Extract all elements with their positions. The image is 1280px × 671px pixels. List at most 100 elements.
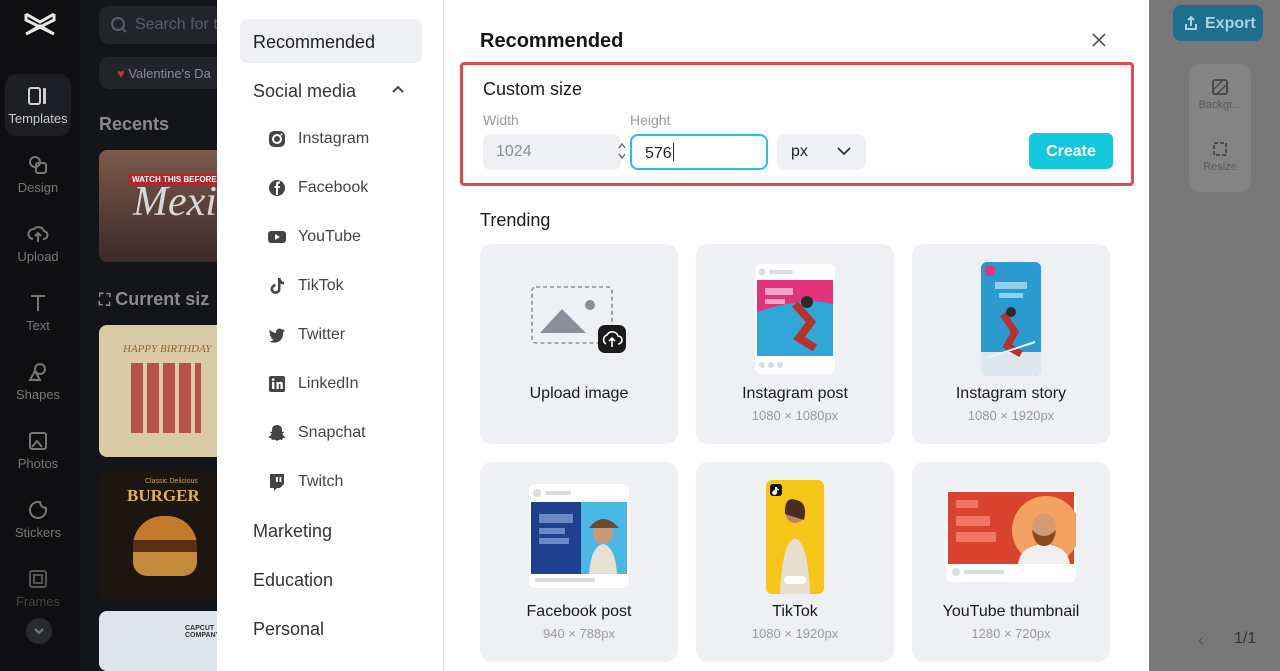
card-dims: 1080 × 1080px bbox=[751, 408, 839, 423]
height-value: 576 bbox=[645, 145, 672, 162]
thumb-company-title: CAPCUT COMPANY bbox=[185, 625, 220, 639]
size-thumb-birthday[interactable]: HAPPY BIRTHDAY bbox=[99, 325, 220, 457]
modal-content: Recommended Custom size Width Height 102… bbox=[445, 0, 1149, 671]
card-name: Instagram post bbox=[742, 385, 848, 402]
nav-item-label: Snapchat bbox=[298, 424, 366, 441]
upload-icon bbox=[1185, 15, 1197, 30]
heart-icon: ♥ bbox=[117, 66, 125, 81]
search-placeholder: Search for t bbox=[135, 16, 218, 33]
rail-label-design: Design bbox=[17, 179, 59, 195]
background-icon bbox=[1212, 79, 1228, 95]
nav-item-label: Twitter bbox=[298, 326, 346, 343]
resize-tool-label: Resize bbox=[1203, 161, 1237, 173]
nav-item-twitch[interactable]: Twitch bbox=[267, 470, 343, 494]
create-button[interactable]: Create bbox=[1029, 133, 1113, 169]
width-label: Width bbox=[483, 112, 519, 128]
nav-item-label: TikTok bbox=[298, 277, 344, 294]
background-tool[interactable]: Backgr... bbox=[1189, 78, 1251, 111]
frames-icon bbox=[29, 569, 47, 588]
rail-item-templates[interactable]: Templates bbox=[5, 74, 71, 136]
chevron-up-icon[interactable] bbox=[391, 84, 405, 94]
rail-item-frames[interactable]: Frames bbox=[5, 557, 71, 619]
rail-item-text[interactable]: Text bbox=[5, 281, 71, 343]
template-search-input[interactable]: Search for t bbox=[99, 6, 220, 44]
card-tiktok[interactable]: TikTok 1080 × 1920px bbox=[696, 462, 894, 662]
recent-thumb-mexico[interactable]: WATCH THIS BEFORE Y Mexi bbox=[99, 150, 220, 262]
nav-item-snapchat[interactable]: Snapchat bbox=[267, 421, 366, 445]
nav-item-youtube[interactable]: YouTube bbox=[267, 225, 361, 249]
size-thumb-burger[interactable]: Classic Delicious BURGER bbox=[99, 470, 220, 600]
burger-image bbox=[133, 516, 197, 576]
rail-item-design[interactable]: Design bbox=[5, 143, 71, 205]
export-button[interactable]: Export bbox=[1173, 5, 1263, 41]
card-name: Facebook post bbox=[526, 603, 632, 620]
card-name: TikTok bbox=[772, 603, 818, 620]
left-rail: Templates Design Upload Text Shapes Phot… bbox=[0, 0, 80, 671]
search-icon bbox=[111, 17, 127, 33]
rail-item-shapes[interactable]: Shapes bbox=[5, 350, 71, 412]
nav-social-media[interactable]: Social media bbox=[253, 81, 356, 102]
nav-item-linkedin[interactable]: LinkedIn bbox=[267, 372, 359, 396]
rail-label-shapes: Shapes bbox=[15, 386, 61, 402]
thumb-burger-sub: Classic Delicious bbox=[145, 478, 198, 485]
card-instagram-story[interactable]: Instagram story 1080 × 1920px bbox=[912, 244, 1110, 444]
background-tool-label: Backgr... bbox=[1198, 99, 1242, 111]
height-label: Height bbox=[630, 112, 671, 128]
size-thumb-company[interactable]: CAPCUT COMPANY bbox=[99, 611, 220, 671]
collapse-rail-button[interactable] bbox=[26, 618, 52, 644]
nav-item-tiktok[interactable]: TikTok bbox=[267, 274, 344, 298]
card-instagram-post[interactable]: Instagram post 1080 × 1080px bbox=[696, 244, 894, 444]
shapes-icon bbox=[28, 362, 46, 381]
instagram-post-preview bbox=[755, 264, 835, 374]
chevron-down-icon bbox=[34, 628, 44, 635]
editor-right-area: Export Backgr... Resize ‹ 1/1 bbox=[1148, 0, 1280, 671]
valentines-chip[interactable]: ♥ Valentine's Da bbox=[99, 57, 220, 89]
card-upload-image[interactable]: Upload image bbox=[480, 244, 678, 444]
chip-label: Valentine's Da bbox=[128, 66, 211, 81]
nav-recommended[interactable]: Recommended bbox=[240, 19, 422, 63]
close-icon[interactable] bbox=[1091, 32, 1107, 48]
nav-item-instagram[interactable]: Instagram bbox=[267, 127, 369, 151]
upload-icon bbox=[27, 225, 49, 242]
nav-item-label: LinkedIn bbox=[298, 375, 359, 392]
rail-item-upload[interactable]: Upload bbox=[5, 212, 71, 274]
resize-tool[interactable]: Resize bbox=[1189, 140, 1251, 173]
youtube-thumbnail-preview bbox=[946, 490, 1076, 582]
nav-item-facebook[interactable]: Facebook bbox=[267, 176, 368, 200]
current-size-title: ⛶ Current siz bbox=[99, 289, 209, 310]
custom-size-title: Custom size bbox=[483, 79, 583, 99]
lock-ratio-icon[interactable] bbox=[617, 141, 627, 161]
facebook-icon bbox=[269, 180, 285, 196]
rail-item-photos[interactable]: Photos bbox=[5, 419, 71, 481]
card-name: Upload image bbox=[529, 385, 629, 402]
card-dims: 1280 × 720px bbox=[971, 626, 1051, 641]
thumb-birthday-title: HAPPY BIRTHDAY bbox=[123, 343, 212, 355]
nav-education[interactable]: Education bbox=[253, 570, 333, 591]
card-name: YouTube thumbnail bbox=[942, 603, 1080, 620]
width-field[interactable]: 1024 bbox=[483, 134, 621, 170]
thumb-photo-grid bbox=[131, 363, 201, 433]
card-facebook-post[interactable]: Facebook post 940 × 788px bbox=[480, 462, 678, 662]
nav-item-twitter[interactable]: Twitter bbox=[267, 323, 345, 347]
side-tools: Backgr... Resize bbox=[1189, 64, 1251, 192]
rail-item-stickers[interactable]: Stickers bbox=[5, 488, 71, 550]
twitter-icon bbox=[269, 328, 285, 343]
templates-icon bbox=[28, 86, 46, 105]
nav-marketing[interactable]: Marketing bbox=[253, 521, 332, 542]
page-prev-icon[interactable]: ‹ bbox=[1198, 630, 1204, 651]
current-size-label: Current siz bbox=[115, 289, 210, 309]
nav-item-label: YouTube bbox=[298, 228, 361, 245]
nav-item-label: Instagram bbox=[298, 130, 370, 147]
unit-select[interactable]: px bbox=[777, 134, 866, 170]
nav-item-label: Twitch bbox=[298, 473, 344, 490]
facebook-post-preview bbox=[529, 484, 629, 588]
nav-personal[interactable]: Personal bbox=[253, 619, 324, 640]
card-youtube-thumbnail[interactable]: YouTube thumbnail 1280 × 720px bbox=[912, 462, 1110, 662]
instagram-story-preview bbox=[981, 262, 1041, 376]
new-design-modal: Recommended Social media Instagram Faceb… bbox=[217, 0, 1149, 671]
card-name: Instagram story bbox=[955, 385, 1067, 402]
tiktok-icon bbox=[270, 278, 284, 294]
recents-title: Recents bbox=[99, 114, 170, 134]
chevron-down-icon bbox=[837, 147, 851, 156]
height-field[interactable]: 576 bbox=[630, 134, 768, 170]
